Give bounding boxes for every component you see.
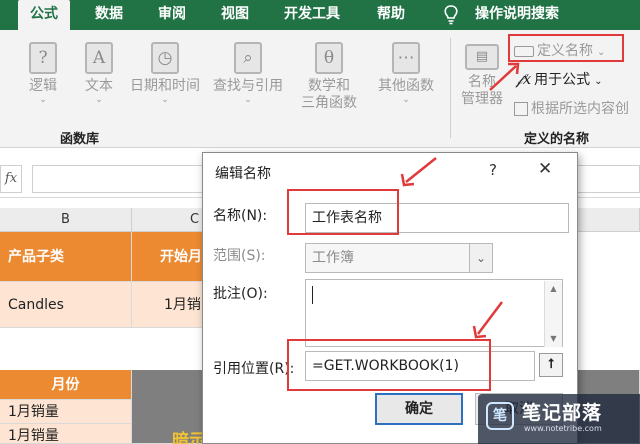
cell-candles[interactable]: Candles — [0, 282, 132, 328]
cell-header-product-subcategory[interactable]: 产品子类 — [0, 232, 132, 282]
tab-view[interactable]: 视图 — [221, 0, 249, 30]
math-trig-label: 数学和 三角函数 — [301, 78, 357, 111]
logical-book-icon: ? — [29, 42, 57, 74]
chevron-down-icon[interactable]: ⌄ — [469, 243, 493, 273]
insert-function-button[interactable]: fx — [0, 165, 22, 193]
lookup-reference-button[interactable]: ⌕ 查找与引用 ⌄ — [208, 42, 288, 105]
notetribe-logo-icon: 笔 — [486, 402, 514, 430]
chevron-down-icon: ⌄ — [594, 76, 603, 87]
tell-me-search[interactable]: 操作说明搜索 — [475, 0, 559, 30]
annotation-arrow-icon — [400, 157, 437, 187]
scroll-down-icon: ▼ — [550, 334, 557, 343]
function-library-group-label: 函数库 — [60, 132, 100, 147]
chevron-down-icon: ⌄ — [95, 95, 103, 105]
column-header-b[interactable]: B — [0, 208, 132, 232]
annotation-arrow-icon — [489, 62, 520, 91]
text-button[interactable]: A 文本 ⌄ — [76, 42, 122, 105]
close-button[interactable]: ✕ — [538, 159, 552, 179]
text-cursor — [312, 286, 313, 304]
dialog-title: 编辑名称 — [215, 166, 271, 182]
tab-help[interactable]: 帮助 — [377, 0, 405, 30]
cell-month-1[interactable]: 1月销量 — [0, 400, 132, 424]
annotation-box-name — [287, 189, 399, 235]
refers-to-label: 引用位置(R): — [213, 361, 295, 377]
annotation-arrow-icon — [472, 301, 503, 339]
tab-review[interactable]: 审阅 — [158, 0, 186, 30]
date-time-label: 日期和时间 — [130, 78, 200, 94]
clock-book-icon: ◷ — [151, 42, 179, 74]
use-in-formula-label: 用于公式 — [534, 72, 591, 88]
chevron-down-icon: ⌄ — [161, 95, 169, 105]
collapse-dialog-button[interactable]: ⭡ — [539, 353, 563, 377]
help-button[interactable]: ? — [489, 161, 497, 179]
ribbon-tab-bar: 公式 数据 审阅 视图 开发工具 帮助 操作说明搜索 — [0, 0, 640, 32]
tab-formulas[interactable]: 公式 — [18, 0, 70, 32]
watermark-name: 笔记部落 — [522, 402, 603, 424]
use-in-formula-button[interactable]: 𝒻x 用于公式 ⌄ — [516, 69, 603, 89]
tab-developer[interactable]: 开发工具 — [284, 0, 340, 30]
date-time-button[interactable]: ◷ 日期和时间 ⌄ — [122, 42, 208, 105]
scope-label: 范围(S): — [213, 248, 266, 264]
name-label: 名称(N): — [213, 208, 268, 224]
comment-textarea[interactable] — [305, 279, 563, 347]
text-label: 文本 — [85, 78, 113, 94]
text-book-icon: A — [85, 42, 113, 74]
math-trig-button[interactable]: θ 数学和 三角函数 — [292, 42, 366, 112]
ok-button[interactable]: 确定 — [375, 393, 463, 425]
more-functions-button[interactable]: ⋯ 其他函数 ⌄ — [370, 42, 442, 105]
cell-month-2[interactable]: 1月销量 — [0, 424, 132, 444]
ribbon-divider — [450, 38, 451, 138]
chevron-down-icon: ⌄ — [402, 95, 410, 105]
theta-book-icon: θ — [315, 42, 343, 74]
lookup-reference-label: 查找与引用 — [213, 78, 283, 94]
watermark: 笔 笔记部落 www.notetribe.com — [478, 394, 640, 444]
grid-icon — [514, 102, 528, 116]
scroll-up-icon: ▲ — [550, 284, 557, 293]
comment-label: 批注(O): — [213, 286, 268, 302]
more-functions-book-icon: ⋯ — [392, 42, 420, 74]
defined-names-group-label: 定义的名称 — [524, 132, 590, 147]
create-from-selection-label: 根据所选内容创 — [531, 101, 629, 117]
watermark-url: www.notetribe.com — [524, 424, 602, 433]
cell-months-header[interactable]: 月份 — [0, 370, 132, 400]
lightbulb-icon — [444, 5, 458, 25]
scope-select[interactable]: 工作簿 — [305, 243, 493, 273]
more-functions-label: 其他函数 — [378, 78, 434, 94]
logical-button[interactable]: ? 逻辑 ⌄ — [20, 42, 66, 105]
chevron-down-icon: ⌄ — [244, 95, 252, 105]
chevron-down-icon: ⌄ — [39, 95, 47, 105]
ribbon-body: ? 逻辑 ⌄ A 文本 ⌄ ◷ 日期和时间 ⌄ ⌕ 查找与引用 ⌄ θ 数学和 … — [0, 30, 640, 148]
create-from-selection-button[interactable]: 根据所选内容创 — [514, 98, 629, 118]
tab-data[interactable]: 数据 — [95, 0, 123, 30]
comment-scrollbar[interactable]: ▲ ▼ — [544, 281, 562, 347]
annotation-box-refers-to — [287, 339, 491, 391]
logical-label: 逻辑 — [29, 78, 57, 94]
search-book-icon: ⌕ — [234, 42, 262, 74]
